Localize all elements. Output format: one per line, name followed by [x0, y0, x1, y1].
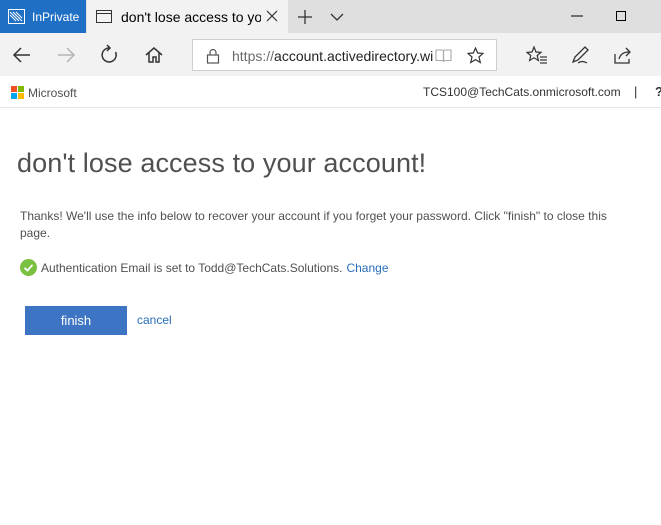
check-icon [20, 259, 37, 276]
browser-toolbar: https://account.activedirectory.wi [0, 33, 661, 76]
status-text: Authentication Email is set to Todd@Tech… [41, 260, 343, 275]
page-title: don't lose access to your account! [17, 148, 427, 178]
favorites-hub-icon[interactable] [526, 44, 548, 66]
page-icon [96, 10, 112, 23]
microsoft-logo [11, 86, 25, 100]
back-icon[interactable] [11, 44, 33, 66]
address-bar[interactable]: https://account.activedirectory.wi [192, 39, 497, 71]
tab-active[interactable]: don't lose access to you [87, 0, 288, 33]
inprivate-indicator[interactable]: InPrivate [0, 0, 86, 33]
auth-email-status: Authentication Email is set to Todd@Tech… [20, 259, 389, 276]
pen-icon[interactable] [569, 44, 591, 66]
info-text: Thanks! We'll use the info below to reco… [20, 209, 607, 240]
minimize-icon[interactable] [570, 9, 584, 23]
signed-in-user[interactable]: TCS100@TechCats.onmicrosoft.com [423, 85, 621, 99]
close-icon[interactable] [265, 9, 279, 23]
inprivate-icon [8, 9, 25, 24]
cancel-link[interactable]: cancel [137, 313, 172, 327]
brand-name: Microsoft [28, 86, 77, 100]
url-host: account.activedirectory.wi [274, 48, 434, 64]
maximize-icon[interactable] [614, 9, 628, 23]
header-separator: | [634, 84, 638, 99]
tab-list-icon[interactable] [328, 8, 346, 26]
site-header: Microsoft TCS100@TechCats.onmicrosoft.co… [0, 76, 661, 108]
new-tab-icon[interactable] [296, 8, 314, 26]
help-link[interactable]: ? [655, 84, 661, 99]
forward-icon[interactable] [55, 44, 77, 66]
inprivate-label: InPrivate [32, 9, 80, 24]
share-icon[interactable] [612, 44, 634, 66]
home-icon[interactable] [143, 44, 165, 66]
change-link[interactable]: Change [346, 261, 388, 275]
favorite-star-icon[interactable] [467, 47, 484, 64]
url-text[interactable]: https://account.activedirectory.wi [232, 48, 447, 64]
reading-view-icon[interactable] [435, 48, 452, 63]
lock-icon[interactable] [206, 48, 220, 64]
tab-title: don't lose access to you [121, 8, 261, 25]
finish-button[interactable]: finish [25, 306, 127, 335]
tab-strip: InPrivate don't lose access to you [0, 0, 661, 33]
refresh-icon[interactable] [99, 44, 121, 66]
url-protocol: https:// [232, 48, 275, 64]
